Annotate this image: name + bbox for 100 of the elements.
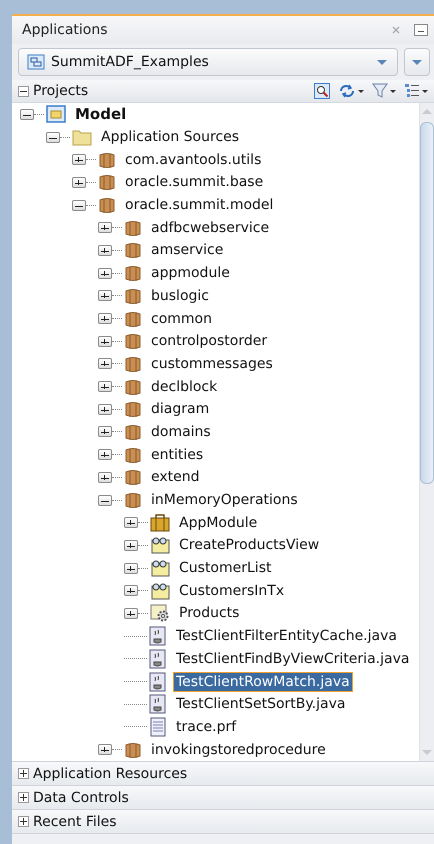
tree-item[interactable]: domains: [148, 422, 214, 442]
collapse-toggle[interactable]: [72, 200, 86, 211]
expand-toggle[interactable]: [98, 290, 112, 302]
package-icon: [98, 150, 116, 169]
tree-item[interactable]: amservice: [148, 240, 226, 260]
expand-toggle[interactable]: [18, 768, 29, 779]
vertical-scrollbar[interactable]: [419, 103, 434, 761]
java-file-icon: [149, 626, 167, 646]
application-dropdown[interactable]: SummitADF_Examples: [18, 48, 398, 76]
expand-toggle[interactable]: [98, 404, 112, 415]
tree-item[interactable]: AppModule: [176, 512, 260, 533]
caret-icon: [377, 60, 387, 64]
tree-item[interactable]: oracle.summit.model: [122, 195, 276, 216]
expand-toggle[interactable]: [72, 154, 86, 166]
tree-item[interactable]: TestClientSetSortBy.java: [173, 694, 348, 714]
accordion-header[interactable]: Recent Files: [12, 809, 434, 833]
expand-toggle[interactable]: [124, 608, 138, 619]
package-icon: [124, 218, 142, 237]
expand-toggle[interactable]: [98, 222, 112, 234]
package-icon: [124, 241, 142, 260]
tree-item[interactable]: appmodule: [148, 263, 233, 284]
expand-toggle[interactable]: [72, 176, 86, 188]
tree-item[interactable]: Application Sources: [98, 127, 242, 148]
package-icon: [124, 400, 142, 418]
section-title: Projects: [33, 83, 90, 99]
expand-toggle[interactable]: [124, 562, 138, 574]
expand-toggle[interactable]: [98, 744, 112, 756]
package-icon: [124, 332, 142, 350]
tree-item[interactable]: diagram: [148, 399, 212, 420]
package-icon: [124, 491, 142, 510]
tree-item[interactable]: inMemoryOperations: [148, 490, 301, 510]
glasses-document-icon: [150, 536, 170, 554]
collapse-toggle[interactable]: [18, 86, 29, 96]
package-icon: [124, 286, 142, 305]
gear-document-icon: [150, 604, 170, 622]
collapse-toggle[interactable]: [20, 108, 34, 120]
tree-item[interactable]: oracle.summit.base: [122, 172, 266, 192]
collapse-toggle[interactable]: [98, 494, 112, 506]
tree-item[interactable]: controlpostorder: [148, 331, 270, 352]
tree-item[interactable]: adfbcwebservice: [148, 218, 272, 238]
tree-item[interactable]: TestClientRowMatch.java: [173, 672, 353, 692]
search-icon[interactable]: [314, 83, 330, 99]
application-icon: [27, 54, 45, 70]
expand-toggle[interactable]: [18, 792, 29, 803]
briefcase-icon: [150, 514, 170, 532]
tree-item[interactable]: buslogic: [148, 286, 212, 306]
minimize-button[interactable]: [414, 24, 428, 36]
tree-item[interactable]: CustomerList: [176, 558, 274, 578]
folder-icon: [72, 128, 92, 146]
tree-item[interactable]: entities: [148, 444, 206, 465]
package-icon: [124, 378, 142, 396]
menu-dropdown-button[interactable]: [404, 48, 430, 76]
expand-toggle[interactable]: [98, 313, 112, 324]
tree-item[interactable]: TestClientFilterEntityCache.java: [173, 626, 400, 646]
expand-toggle[interactable]: [98, 426, 112, 438]
tree-item[interactable]: Model: [72, 103, 130, 126]
section-title: Application Resources: [33, 766, 188, 782]
expand-toggle[interactable]: [98, 268, 112, 279]
tree-item[interactable]: invokingstoredprocedure: [148, 740, 329, 760]
expand-toggle[interactable]: [98, 358, 112, 370]
section-title: Recent Files: [33, 814, 117, 830]
panel-title: Applications: [22, 22, 109, 38]
tree-item[interactable]: CreateProductsView: [176, 535, 322, 556]
java-file-icon: [149, 672, 167, 692]
java-file-icon: [149, 694, 167, 714]
tree-item[interactable]: Products: [176, 603, 242, 624]
collapse-toggle[interactable]: [46, 132, 60, 143]
accordion-header[interactable]: Data Controls: [12, 785, 434, 809]
tree-item[interactable]: TestClientFindByViewCriteria.java: [173, 648, 412, 669]
sync-dropdown[interactable]: [338, 83, 364, 99]
expand-toggle[interactable]: [124, 540, 138, 551]
tree-item[interactable]: common: [148, 308, 215, 329]
section-title: Data Controls: [33, 790, 129, 806]
expand-toggle[interactable]: [18, 816, 29, 827]
expand-toggle[interactable]: [98, 336, 112, 347]
expand-toggle[interactable]: [98, 449, 112, 460]
glasses-document-icon: [150, 559, 170, 578]
package-icon: [124, 264, 142, 282]
tree-item[interactable]: extend: [148, 467, 203, 488]
package-icon: [98, 173, 116, 192]
expand-toggle[interactable]: [98, 472, 112, 483]
tree-item[interactable]: com.avantools.utils: [122, 150, 264, 170]
java-file-icon: [149, 648, 167, 669]
package-icon: [124, 740, 142, 759]
tree-item[interactable]: trace.prf: [173, 716, 240, 737]
tree-item[interactable]: declblock: [148, 376, 220, 397]
filter-dropdown[interactable]: [372, 83, 396, 99]
layout-dropdown[interactable]: [404, 83, 428, 99]
tree-item[interactable]: CustomersInTx: [176, 580, 288, 601]
accordion-header[interactable]: Application Resources: [12, 761, 434, 785]
package-icon: [124, 310, 142, 328]
package-icon: [124, 422, 142, 441]
tree-item[interactable]: custommessages: [148, 354, 276, 374]
expand-toggle[interactable]: [98, 244, 112, 256]
expand-toggle[interactable]: [98, 381, 112, 392]
expand-toggle[interactable]: [124, 517, 138, 528]
package-icon: [98, 196, 116, 214]
glasses-document-icon: [150, 582, 170, 600]
package-icon: [124, 446, 142, 464]
expand-toggle[interactable]: [124, 585, 138, 596]
